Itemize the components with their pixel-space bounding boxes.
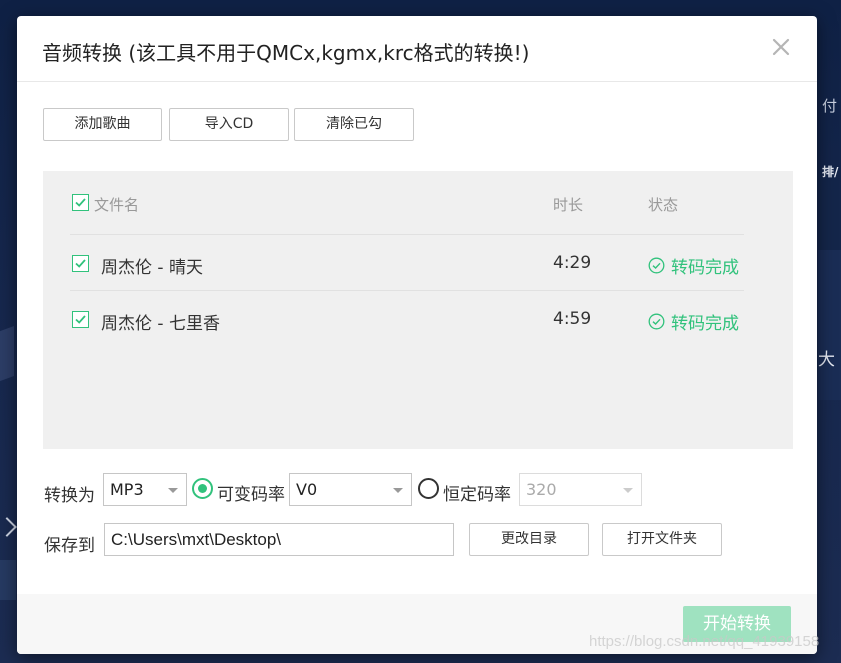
row-checkbox[interactable] [72, 255, 89, 272]
cbr-label[interactable]: 恒定码率 [443, 480, 511, 505]
column-header-status: 状态 [648, 196, 679, 214]
cbr-select: 320 [519, 473, 642, 506]
check-circle-icon [648, 313, 665, 330]
background-decoration [818, 250, 841, 400]
select-all-checkbox[interactable] [72, 194, 89, 211]
dialog-header: 音频转换 (该工具不用于QMCx,kgmx,krc格式的转换!) [17, 16, 817, 82]
chevron-down-icon [168, 488, 178, 493]
background-side-text: 大 [818, 350, 835, 370]
divider [70, 290, 744, 291]
open-folder-button[interactable]: 打开文件夹 [602, 523, 722, 556]
chevron-down-icon [623, 488, 633, 493]
song-name: 周杰伦 - 晴天 [101, 258, 203, 278]
save-path-field[interactable]: C:\Users\mxt\Desktop\ [104, 523, 454, 556]
close-icon [772, 38, 790, 56]
clear-checked-button[interactable]: 清除已勾 [294, 108, 414, 141]
vbr-select-value: V0 [296, 480, 318, 499]
close-button[interactable] [771, 37, 791, 57]
background-decoration [0, 517, 17, 537]
watermark: https://blog.csdn.net/qq_41939158 [589, 633, 820, 650]
cbr-radio[interactable] [418, 478, 439, 499]
status-badge: 转码完成 [648, 253, 739, 278]
row-checkbox[interactable] [72, 311, 89, 328]
import-cd-button[interactable]: 导入CD [169, 108, 289, 141]
file-list: 文件名 时长 状态 周杰伦 - 晴天 4:29 转码完成 周杰伦 - 七里香 4… [43, 171, 793, 449]
song-name: 周杰伦 - 七里香 [101, 314, 220, 334]
song-duration: 4:59 [553, 309, 592, 329]
status-text: 转码完成 [671, 314, 739, 334]
status-badge: 转码完成 [648, 309, 739, 334]
format-select-value: MP3 [110, 480, 144, 499]
save-to-label: 保存到 [44, 536, 95, 556]
dialog-title: 音频转换 (该工具不用于QMCx,kgmx,krc格式的转换!) [42, 41, 530, 65]
vbr-label[interactable]: 可变码率 [217, 480, 285, 505]
background-decoration [818, 190, 841, 250]
background-side-text: 排/ [822, 165, 839, 179]
checkmark-icon [75, 259, 86, 268]
checkmark-icon [75, 315, 86, 324]
vbr-select[interactable]: V0 [289, 473, 412, 506]
column-header-filename: 文件名 [94, 196, 140, 214]
add-songs-button[interactable]: 添加歌曲 [43, 108, 162, 141]
background-decoration [0, 325, 14, 385]
format-select[interactable]: MP3 [103, 473, 187, 506]
divider [70, 234, 744, 235]
checkmark-icon [75, 198, 86, 207]
background-side-text: 付 [822, 97, 838, 115]
status-text: 转码完成 [671, 258, 739, 278]
cbr-select-value: 320 [526, 480, 557, 499]
song-duration: 4:29 [553, 253, 592, 273]
vbr-radio[interactable] [192, 478, 213, 499]
audio-convert-dialog: 音频转换 (该工具不用于QMCx,kgmx,krc格式的转换!) 添加歌曲 导入… [17, 16, 817, 654]
check-circle-icon [648, 257, 665, 274]
change-directory-button[interactable]: 更改目录 [469, 523, 589, 556]
convert-to-label: 转换为 [44, 486, 95, 506]
chevron-down-icon [393, 488, 403, 493]
background-decoration [0, 560, 16, 600]
column-header-duration: 时长 [553, 196, 584, 214]
